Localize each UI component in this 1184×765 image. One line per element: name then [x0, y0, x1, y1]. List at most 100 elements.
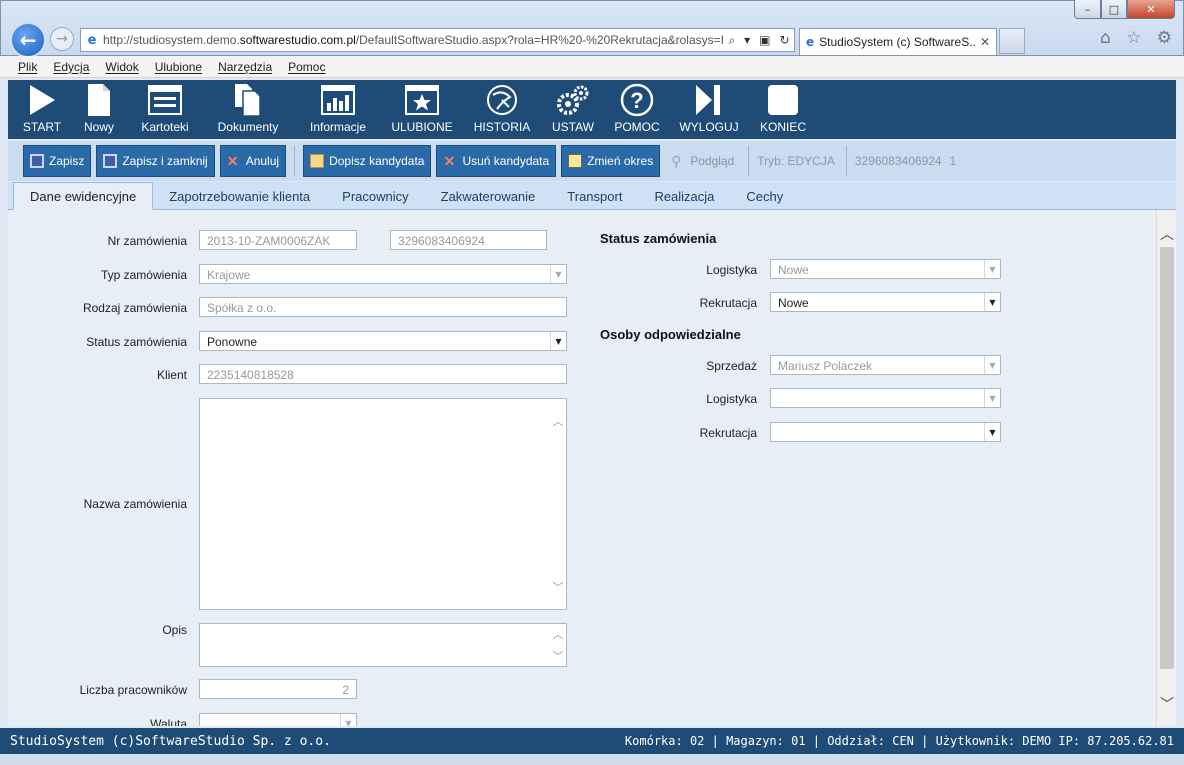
tab-zakwaterowanie[interactable]: Zakwaterowanie: [425, 183, 552, 209]
chevron-down-icon[interactable]: ▼: [984, 389, 1000, 407]
tab-realizacja[interactable]: Realizacja: [638, 183, 730, 209]
browser-tab[interactable]: e StudioSystem (c) SoftwareS... ✕: [799, 28, 997, 55]
toolbar-ustaw[interactable]: USTAW: [542, 80, 604, 139]
order-kind-field[interactable]: Spółka z o.o.: [199, 297, 567, 317]
forward-button[interactable]: →: [50, 27, 74, 51]
toolbar-koniec[interactable]: KONIEC: [748, 80, 818, 139]
window-controls: – □ ✕: [1074, 0, 1178, 20]
toolbar-dokumenty[interactable]: Dokumenty: [202, 80, 294, 139]
menu-plik[interactable]: Plik: [18, 60, 37, 74]
close-window-button[interactable]: ✕: [1127, 0, 1175, 19]
remove-candidate-button[interactable]: ✕ Usuń kandydata: [436, 145, 557, 177]
menu-pomoc[interactable]: Pomoc: [288, 60, 325, 74]
toolbar-label: Informacje: [309, 120, 367, 134]
add-candidate-button[interactable]: Dopisz kandydata: [303, 145, 432, 177]
toolbar-wyloguj[interactable]: WYLOGUJ: [670, 80, 748, 139]
chevron-down-icon[interactable]: ▼: [340, 714, 356, 726]
calendar-icon: [568, 154, 583, 168]
toolbar-start[interactable]: START: [14, 80, 70, 139]
back-button[interactable]: ←: [10, 22, 46, 58]
workers-field[interactable]: 2: [199, 679, 357, 699]
address-bar[interactable]: e http://studiosystem.demo.softwarestudi…: [80, 28, 795, 52]
maximize-button[interactable]: □: [1101, 0, 1127, 19]
scroll-up-icon[interactable]: ︿: [1157, 224, 1177, 244]
menu-widok[interactable]: Widok: [105, 60, 138, 74]
toolbar-kartoteki[interactable]: Kartoteki: [128, 80, 202, 139]
compatibility-icon[interactable]: ▣: [759, 33, 770, 48]
floppy-icon: [103, 154, 118, 168]
toolbar-nowy[interactable]: Nowy: [70, 80, 128, 139]
scroll-up-icon[interactable]: ︿: [552, 413, 564, 429]
save-button[interactable]: Zapisz: [23, 145, 92, 177]
scrollbar-thumb[interactable]: [1160, 247, 1174, 669]
description-textarea[interactable]: ︿ ﹀: [199, 623, 567, 667]
tab-zapotrzebowanie-klienta[interactable]: Zapotrzebowanie klienta: [153, 183, 326, 209]
toolbar-ulubione[interactable]: ULUBIONE: [382, 80, 462, 139]
toolbar-label: Dokumenty: [217, 120, 279, 134]
resp-recruitment-label: Rekrutacja: [699, 426, 757, 440]
cancel-button[interactable]: ✕ Anuluj: [219, 145, 287, 177]
arrow-left-icon: ←: [19, 28, 37, 52]
resp-logistics-select[interactable]: ▼: [770, 388, 1001, 408]
chevron-down-icon[interactable]: ▼: [984, 423, 1000, 441]
toolbar-label: POMOC: [614, 120, 660, 134]
order-status-select[interactable]: Ponowne ▼: [199, 331, 567, 351]
menu-bar: Plik Edycja Widok Ulubione Narzędzia Pom…: [0, 56, 1184, 78]
order-type-value: Krajowe: [207, 268, 251, 282]
vertical-scrollbar[interactable]: ︿ ﹀: [1156, 210, 1176, 726]
scroll-up-icon[interactable]: ︿: [552, 626, 564, 642]
dropdown-arrow-icon[interactable]: ▾: [744, 33, 750, 48]
tab-transport[interactable]: Transport: [551, 183, 638, 209]
search-icon[interactable]: ⌕: [728, 33, 735, 48]
toolbar-label: HISTORIA: [473, 120, 531, 134]
preview-button[interactable]: ⚲ Podgląd: [665, 145, 740, 177]
client-field[interactable]: 2235140818528: [199, 364, 567, 384]
toolbar-pomoc[interactable]: ? POMOC: [604, 80, 670, 139]
scroll-down-icon[interactable]: ﹀: [552, 648, 564, 664]
menu-edycja[interactable]: Edycja: [53, 60, 89, 74]
chevron-down-icon[interactable]: ▼: [984, 260, 1000, 278]
sales-select[interactable]: Mariusz Polaczek ▼: [770, 355, 1001, 375]
order-name-textarea[interactable]: ︿ ﹀: [199, 398, 567, 610]
chevron-down-icon[interactable]: ▼: [550, 332, 566, 350]
form-panel: Nr zamówienia 2013-10-ZAM0006ZAK 3296083…: [8, 210, 1156, 726]
minimize-button[interactable]: –: [1074, 0, 1101, 19]
change-period-button[interactable]: Zmień okres: [561, 145, 661, 177]
favorites-star-icon[interactable]: ☆: [1126, 28, 1141, 50]
documents-icon: [233, 83, 263, 117]
toolbar-informacje[interactable]: Informacje: [294, 80, 382, 139]
order-no-field[interactable]: 2013-10-ZAM0006ZAK: [199, 230, 357, 250]
chevron-down-icon[interactable]: ▼: [984, 293, 1000, 311]
chevron-down-icon[interactable]: ▼: [984, 356, 1000, 374]
settings-gear-icon[interactable]: ⚙: [1157, 28, 1172, 50]
close-tab-icon[interactable]: ✕: [980, 35, 990, 49]
workers-label: Liczba pracowników: [79, 683, 187, 697]
status-recruitment-select[interactable]: Nowe ▼: [770, 292, 1001, 312]
session-info: Komórka: 02 | Magazyn: 01 | Oddział: CEN…: [624, 734, 1174, 748]
chart-info-icon: [321, 83, 355, 117]
order-type-select[interactable]: Krajowe ▼: [199, 264, 567, 284]
url-text[interactable]: http://studiosystem.demo.softwarestudio.…: [103, 33, 724, 47]
tab-cechy[interactable]: Cechy: [730, 183, 799, 209]
save-close-button[interactable]: Zapisz i zamknij: [96, 145, 215, 177]
separator: [845, 146, 847, 176]
scroll-down-icon[interactable]: ﹀: [1157, 694, 1177, 714]
menu-ulubione[interactable]: Ulubione: [155, 60, 202, 74]
status-logistics-select[interactable]: Nowe ▼: [770, 259, 1001, 279]
description-label: Opis: [162, 623, 187, 637]
chevron-down-icon[interactable]: ▼: [550, 265, 566, 283]
tab-dane-ewidencyjne[interactable]: Dane ewidencyjne: [13, 182, 154, 210]
toolbar-historia[interactable]: HISTORIA: [462, 80, 542, 139]
home-icon[interactable]: ⌂: [1100, 28, 1111, 50]
tab-pracownicy[interactable]: Pracownicy: [326, 183, 424, 209]
order-id-field[interactable]: 3296083406924: [390, 230, 547, 250]
resp-recruitment-select[interactable]: ▼: [770, 422, 1001, 442]
toolbar-label: USTAW: [552, 120, 594, 134]
currency-select[interactable]: ▼: [199, 713, 357, 726]
new-tab-button[interactable]: [999, 28, 1025, 54]
scroll-down-icon[interactable]: ﹀: [552, 579, 564, 595]
menu-narzedzia[interactable]: Narzędzia: [218, 60, 272, 74]
refresh-icon[interactable]: ↻: [779, 33, 789, 48]
remove-candidate-label: Usuń kandydata: [462, 154, 550, 168]
help-question-icon: ?: [620, 83, 654, 117]
